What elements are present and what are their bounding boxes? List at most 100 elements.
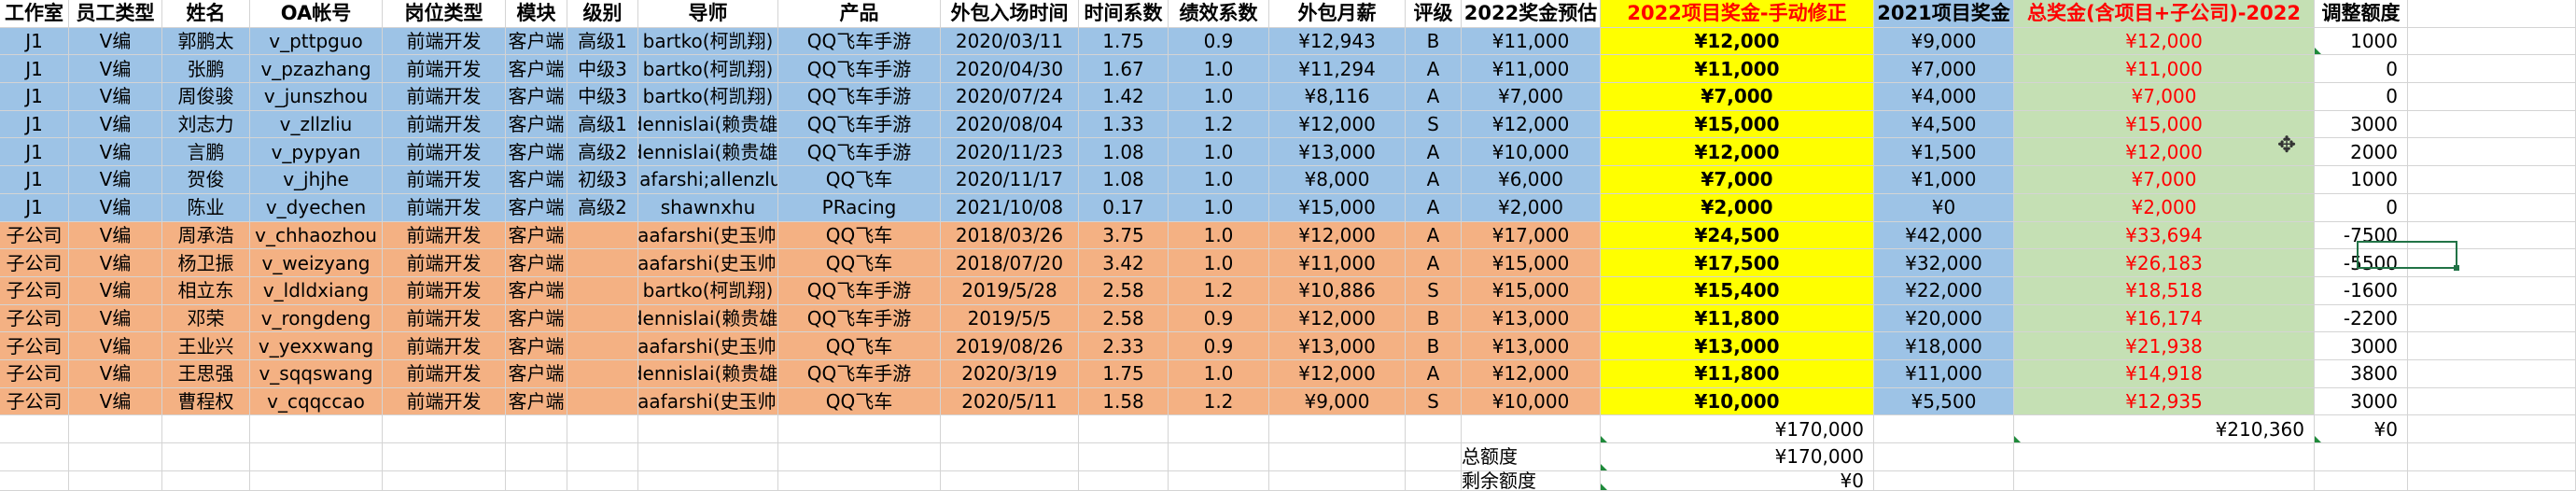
table-cell[interactable]: 前端开发 [383, 387, 506, 416]
table-cell[interactable]: 3.42 [1079, 249, 1169, 277]
empty-cell[interactable] [2408, 415, 2576, 443]
table-cell[interactable]: v_weizyang [250, 249, 383, 277]
table-cell[interactable]: ¥11,000 [2014, 55, 2315, 84]
table-cell[interactable]: ¥11,800 [1601, 359, 1874, 388]
header-cell[interactable]: OA帐号 [250, 0, 383, 28]
table-cell[interactable]: ¥7,000 [1874, 55, 2014, 84]
table-cell[interactable]: v_junszhou [250, 83, 383, 111]
table-cell[interactable]: V编 [69, 166, 162, 194]
header-cell[interactable]: 级别 [567, 0, 638, 28]
table-cell[interactable]: 1.0 [1169, 166, 1269, 194]
table-cell[interactable]: 1.75 [1079, 27, 1169, 56]
table-cell[interactable] [567, 387, 638, 416]
table-cell[interactable]: 2020/07/24 [941, 83, 1079, 111]
table-cell[interactable]: ¥11,000 [1462, 27, 1601, 56]
empty-cell[interactable] [69, 470, 162, 491]
header-cell[interactable]: 员工类型 [69, 0, 162, 28]
empty-cell[interactable] [2408, 27, 2576, 56]
empty-cell[interactable] [2408, 193, 2576, 222]
table-cell[interactable]: 客户端 [506, 249, 567, 277]
empty-cell[interactable] [638, 470, 778, 491]
table-cell[interactable]: 3000 [2315, 110, 2408, 139]
empty-cell[interactable] [69, 415, 162, 443]
table-cell[interactable]: 2019/5/28 [941, 276, 1079, 305]
table-cell[interactable]: ¥6,000 [1462, 166, 1601, 194]
table-cell[interactable]: 1.0 [1169, 249, 1269, 277]
table-cell[interactable]: ¥12,000 [1269, 110, 1406, 139]
table-cell[interactable]: V编 [69, 193, 162, 222]
table-cell[interactable]: 前端开发 [383, 110, 506, 139]
table-cell[interactable]: 前端开发 [383, 221, 506, 250]
table-cell[interactable]: QQ飞车手游 [778, 55, 941, 84]
table-cell[interactable]: jaafarshi(史玉帅) [638, 249, 778, 277]
table-cell[interactable]: ¥11,000 [1601, 55, 1874, 84]
table-cell[interactable]: ¥0 [1874, 193, 2014, 222]
table-cell[interactable]: ¥2,000 [1601, 193, 1874, 222]
table-cell[interactable]: dennislai(赖贵雄) [638, 304, 778, 333]
manual-total[interactable]: ¥170,000 [1601, 415, 1874, 443]
table-cell[interactable]: QQ飞车手游 [778, 304, 941, 333]
table-cell[interactable]: S [1406, 387, 1462, 416]
empty-cell[interactable] [2408, 470, 2576, 491]
table-cell[interactable]: 陈业 [162, 193, 250, 222]
empty-cell[interactable] [941, 470, 1079, 491]
adjust-total[interactable]: ¥0 [2315, 415, 2408, 443]
table-cell[interactable]: J1 [0, 83, 69, 111]
total-quota-value[interactable]: ¥170,000 [1601, 443, 1874, 471]
table-cell[interactable]: QQ飞车 [778, 332, 941, 360]
empty-cell[interactable] [506, 443, 567, 471]
table-cell[interactable] [567, 221, 638, 250]
table-cell[interactable] [567, 359, 638, 388]
table-cell[interactable]: ¥2,000 [1462, 193, 1601, 222]
table-cell[interactable]: B [1406, 27, 1462, 56]
table-cell[interactable]: 张鹏 [162, 55, 250, 84]
table-cell[interactable]: 1.0 [1169, 221, 1269, 250]
table-cell[interactable]: 中级3 [567, 55, 638, 84]
table-cell[interactable]: QQ飞车手游 [778, 276, 941, 305]
table-cell[interactable]: 客户端 [506, 27, 567, 56]
table-cell[interactable]: 2020/11/23 [941, 138, 1079, 167]
table-cell[interactable]: 周俊骏 [162, 83, 250, 111]
table-cell[interactable]: A [1406, 83, 1462, 111]
empty-cell[interactable] [1079, 415, 1169, 443]
table-cell[interactable]: 郭鹏太 [162, 27, 250, 56]
table-cell[interactable]: 2000 [2315, 138, 2408, 167]
empty-cell[interactable] [383, 470, 506, 491]
table-cell[interactable]: 高级1 [567, 110, 638, 139]
table-cell[interactable]: A [1406, 166, 1462, 194]
header-cell[interactable]: 2021项目奖金 [1874, 0, 2014, 28]
table-cell[interactable]: 1.33 [1079, 110, 1169, 139]
empty-cell[interactable] [1269, 415, 1406, 443]
empty-cell[interactable] [638, 415, 778, 443]
table-cell[interactable]: 贺俊 [162, 166, 250, 194]
table-cell[interactable]: ¥8,000 [1269, 166, 1406, 194]
table-cell[interactable]: ¥12,000 [2014, 27, 2315, 56]
table-cell[interactable]: ¥8,116 [1269, 83, 1406, 111]
empty-cell[interactable] [2408, 83, 2576, 111]
table-cell[interactable]: 2019/5/5 [941, 304, 1079, 333]
table-cell[interactable]: 子公司 [0, 304, 69, 333]
table-cell[interactable]: 客户端 [506, 221, 567, 250]
empty-cell[interactable] [638, 443, 778, 471]
table-cell[interactable]: v_chhaozhou [250, 221, 383, 250]
table-cell[interactable]: 1.0 [1169, 359, 1269, 388]
empty-cell[interactable] [2408, 304, 2576, 333]
table-cell[interactable]: ¥12,000 [2014, 138, 2315, 167]
table-cell[interactable]: ¥10,000 [1462, 138, 1601, 167]
empty-cell[interactable] [1874, 415, 2014, 443]
table-cell[interactable]: V编 [69, 359, 162, 388]
table-cell[interactable]: 客户端 [506, 138, 567, 167]
empty-cell[interactable] [0, 470, 69, 491]
table-cell[interactable]: ¥26,183 [2014, 249, 2315, 277]
header-cell[interactable]: 姓名 [162, 0, 250, 28]
table-cell[interactable]: A [1406, 138, 1462, 167]
table-cell[interactable]: PRacing [778, 193, 941, 222]
table-cell[interactable]: QQ飞车手游 [778, 110, 941, 139]
header-cell[interactable]: 2022项目奖金-手动修正 [1601, 0, 1874, 28]
table-cell[interactable]: ¥12,000 [1269, 221, 1406, 250]
remaining-quota-value[interactable]: ¥0 [1601, 470, 1874, 491]
table-cell[interactable]: 子公司 [0, 359, 69, 388]
table-cell[interactable]: 初级3 [567, 166, 638, 194]
table-cell[interactable]: 2018/07/20 [941, 249, 1079, 277]
table-cell[interactable]: ¥11,294 [1269, 55, 1406, 84]
